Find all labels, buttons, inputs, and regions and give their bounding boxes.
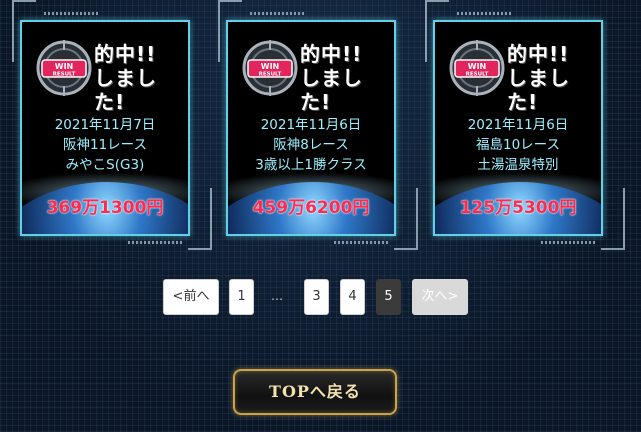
pagination-ellipsis: …: [271, 289, 283, 303]
prize-amount: 459万6200円: [252, 198, 370, 218]
back-to-top-button[interactable]: TOPへ戻る: [233, 369, 397, 415]
svg-text:WIN: WIN: [261, 62, 280, 71]
dash-decoration: [457, 12, 513, 15]
hit-headline: 的中!! しました!: [507, 42, 601, 114]
race-name: みやこS(G3): [65, 157, 145, 173]
result-card-2[interactable]: WIN RESULT 的中!! しました! 2021年11月6日 阪神8レース …: [218, 0, 418, 250]
headline-line2: しました!: [300, 66, 363, 114]
prize-amount: 369万1300円: [46, 198, 164, 218]
svg-text:WIN: WIN: [468, 62, 487, 71]
race-date: 2021年11月6日: [260, 117, 362, 133]
dash-decoration: [541, 241, 597, 244]
dash-decoration: [250, 12, 306, 15]
card-panel: WIN RESULT 的中!! しました! 2021年11月7日 阪神11レース…: [20, 20, 190, 236]
page-1-button[interactable]: 1: [229, 279, 254, 315]
race-number: 阪神11レース: [62, 137, 147, 153]
win-result-badge-icon: WIN RESULT: [36, 40, 92, 96]
headline-line2: しました!: [507, 66, 570, 114]
race-number: 阪神8レース: [273, 137, 349, 153]
result-card-1[interactable]: WIN RESULT 的中!! しました! 2021年11月7日 阪神11レース…: [12, 0, 212, 250]
page-4-button[interactable]: 4: [340, 279, 365, 315]
headline-line1: 的中!!: [300, 42, 363, 66]
prev-page-button[interactable]: <前へ: [163, 279, 219, 315]
result-card-3[interactable]: WIN RESULT 的中!! しました! 2021年11月6日 福島10レース…: [425, 0, 625, 250]
frame-corner-decoration: [601, 188, 625, 250]
headline-line1: 的中!!: [507, 42, 570, 66]
headline-line1: 的中!!: [94, 42, 157, 66]
headline-line2: しました!: [94, 66, 157, 114]
race-number: 福島10レース: [475, 137, 560, 153]
svg-text:RESULT: RESULT: [466, 72, 489, 78]
race-info: 2021年11月7日 阪神11レース みやこS(G3): [22, 115, 188, 175]
hit-headline: 的中!! しました!: [94, 42, 188, 114]
page-5-current[interactable]: 5: [376, 279, 401, 315]
race-info: 2021年11月6日 阪神8レース 3歳以上1勝クラス: [228, 115, 394, 175]
page-3-button[interactable]: 3: [304, 279, 329, 315]
card-panel: WIN RESULT 的中!! しました! 2021年11月6日 福島10レース…: [433, 20, 603, 236]
win-result-badge-icon: WIN RESULT: [449, 40, 505, 96]
race-info: 2021年11月6日 福島10レース 土湯温泉特別: [435, 115, 601, 175]
race-name: 3歳以上1勝クラス: [255, 157, 367, 173]
race-name: 土湯温泉特別: [477, 157, 559, 173]
hit-headline: 的中!! しました!: [300, 42, 394, 114]
frame-corner-decoration: [188, 188, 212, 250]
frame-corner-decoration: [394, 188, 418, 250]
next-page-button: 次へ>: [412, 279, 468, 315]
dash-decoration: [334, 241, 390, 244]
race-date: 2021年11月6日: [467, 117, 569, 133]
prize-amount: 125万5300円: [459, 198, 577, 218]
svg-text:RESULT: RESULT: [259, 72, 282, 78]
race-date: 2021年11月7日: [54, 117, 156, 133]
win-result-badge-icon: WIN RESULT: [242, 40, 298, 96]
svg-text:WIN: WIN: [55, 62, 74, 71]
svg-text:RESULT: RESULT: [53, 72, 76, 78]
dash-decoration: [128, 241, 184, 244]
card-panel: WIN RESULT 的中!! しました! 2021年11月6日 阪神8レース …: [226, 20, 396, 236]
dash-decoration: [44, 12, 100, 15]
